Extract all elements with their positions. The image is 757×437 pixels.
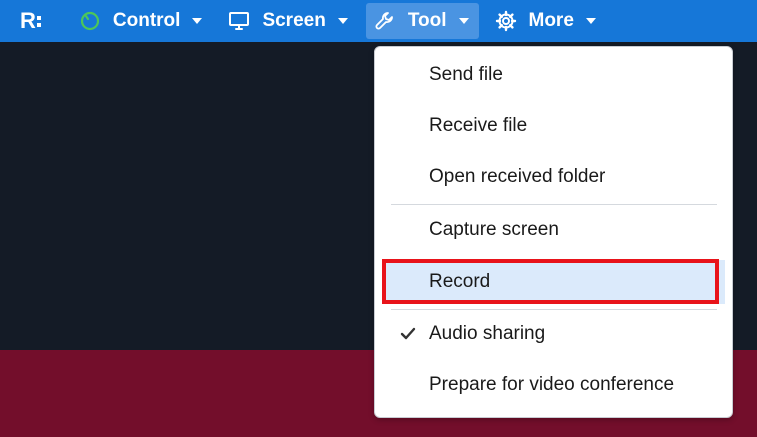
wrench-icon bbox=[374, 10, 396, 32]
chevron-down-icon bbox=[192, 18, 203, 24]
menu-item-audio-sharing[interactable]: Audio sharing bbox=[383, 312, 725, 356]
menu-item-label: Send file bbox=[429, 64, 503, 85]
logo-letter: R bbox=[20, 8, 36, 33]
menu-item-label: Receive file bbox=[429, 115, 528, 136]
logo-dots-icon bbox=[36, 13, 43, 30]
monitor-icon bbox=[228, 10, 250, 32]
toolbar-tool-button[interactable]: Tool bbox=[365, 3, 479, 39]
menu-separator bbox=[391, 204, 717, 205]
tool-dropdown-menu: Send file Receive file Open received fol… bbox=[374, 46, 733, 418]
menu-item-label: Record bbox=[429, 271, 491, 292]
menu-item-send-file[interactable]: Send file bbox=[383, 53, 725, 97]
menu-item-prepare-video-conference[interactable]: Prepare for video conference bbox=[383, 363, 725, 407]
toolbar-more-label: More bbox=[528, 10, 574, 31]
menu-item-label: Audio sharing bbox=[429, 323, 546, 344]
menu-separator bbox=[391, 309, 717, 310]
session-toolbar: R Control Screen Tool More bbox=[0, 0, 757, 42]
app-logo[interactable]: R bbox=[20, 8, 43, 34]
chevron-down-icon bbox=[337, 18, 348, 24]
menu-item-record[interactable]: Record bbox=[383, 260, 725, 304]
menu-item-label: Prepare for video conference bbox=[429, 374, 675, 395]
checkmark-icon bbox=[399, 325, 417, 343]
toolbar-tool-label: Tool bbox=[407, 10, 447, 31]
menu-item-open-received-folder[interactable]: Open received folder bbox=[383, 155, 725, 199]
chevron-down-icon bbox=[585, 18, 596, 24]
remote-screen: R Control Screen Tool More Send file Rec… bbox=[0, 0, 757, 437]
menu-item-label: Capture screen bbox=[429, 219, 559, 240]
chevron-down-icon bbox=[458, 18, 469, 24]
toolbar-screen-label: Screen bbox=[262, 10, 326, 31]
menu-item-label: Open received folder bbox=[429, 166, 606, 187]
toolbar-control-button[interactable]: Control bbox=[71, 3, 213, 39]
menu-item-receive-file[interactable]: Receive file bbox=[383, 104, 725, 148]
toolbar-screen-button[interactable]: Screen bbox=[220, 3, 357, 39]
toolbar-more-button[interactable]: More bbox=[487, 3, 606, 39]
toolbar-control-label: Control bbox=[112, 10, 181, 31]
control-icon bbox=[79, 10, 101, 32]
gear-icon bbox=[495, 10, 517, 32]
menu-item-capture-screen[interactable]: Capture screen bbox=[383, 208, 725, 252]
